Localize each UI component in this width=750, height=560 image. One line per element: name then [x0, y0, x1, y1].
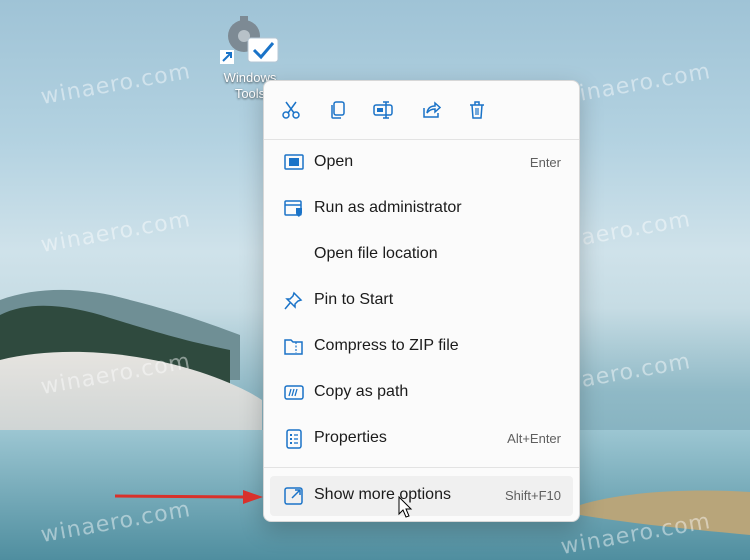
- delete-button[interactable]: [462, 95, 492, 125]
- menu-item-label: Compress to ZIP file: [314, 337, 459, 354]
- pin-icon: [284, 291, 303, 310]
- menu-item-label: Open file location: [314, 245, 438, 262]
- menu-item-copy-as-path[interactable]: Copy as path: [270, 373, 573, 413]
- shield-window-icon: [284, 200, 302, 217]
- menu-item-label: Open: [314, 153, 354, 170]
- menu-item-open-file-location[interactable]: Open file location: [270, 235, 573, 275]
- menu-item-label: Run as administrator: [314, 199, 462, 216]
- menu-item-shortcut: Shift+F10: [504, 488, 561, 503]
- share-button[interactable]: [416, 95, 446, 125]
- menu-item-label: Properties: [314, 429, 387, 446]
- copy-icon: [331, 101, 345, 119]
- annotation-arrow: [115, 490, 263, 504]
- more-options-icon: [284, 487, 303, 505]
- menu-item-shortcut: Alt+Enter: [507, 431, 561, 446]
- menu-item-label: Copy as path: [314, 383, 409, 400]
- desktop-icon-windows-tools[interactable]: Windows Tools: [214, 10, 286, 101]
- separator: [264, 139, 579, 140]
- menu-item-compress-to-zip[interactable]: Compress to ZIP file: [270, 327, 573, 367]
- delete-icon: [470, 101, 484, 119]
- menu-item-run-as-administrator[interactable]: Run as administrator: [270, 189, 573, 229]
- rename-icon: [373, 101, 393, 119]
- menu-item-label: Pin to Start: [314, 291, 394, 308]
- menu-item-label: Show more options: [314, 486, 451, 503]
- share-icon: [423, 101, 441, 118]
- properties-icon: [286, 429, 302, 449]
- window-icon: [284, 154, 304, 170]
- menu-item-shortcut: Enter: [529, 155, 561, 170]
- context-menu: Open Enter Run as administrator Open fil…: [263, 80, 580, 522]
- context-menu-toolbar: [264, 81, 579, 139]
- cut-icon: [282, 101, 300, 119]
- menu-item-open[interactable]: Open Enter: [270, 143, 573, 183]
- separator: [264, 467, 579, 468]
- cut-button[interactable]: [276, 95, 306, 125]
- path-icon: [284, 385, 304, 400]
- menu-item-pin-to-start[interactable]: Pin to Start: [270, 281, 573, 321]
- menu-item-properties[interactable]: Properties Alt+Enter: [270, 419, 573, 459]
- windows-tools-icon: [220, 16, 279, 64]
- copy-button[interactable]: [323, 95, 353, 125]
- desktop: winaero.com winaero.com winaero.com wina…: [0, 0, 750, 560]
- zip-folder-icon: [284, 339, 303, 355]
- rename-button[interactable]: [369, 95, 399, 125]
- menu-item-show-more-options[interactable]: Show more options Shift+F10: [270, 476, 573, 516]
- mouse-cursor-icon: [398, 496, 413, 518]
